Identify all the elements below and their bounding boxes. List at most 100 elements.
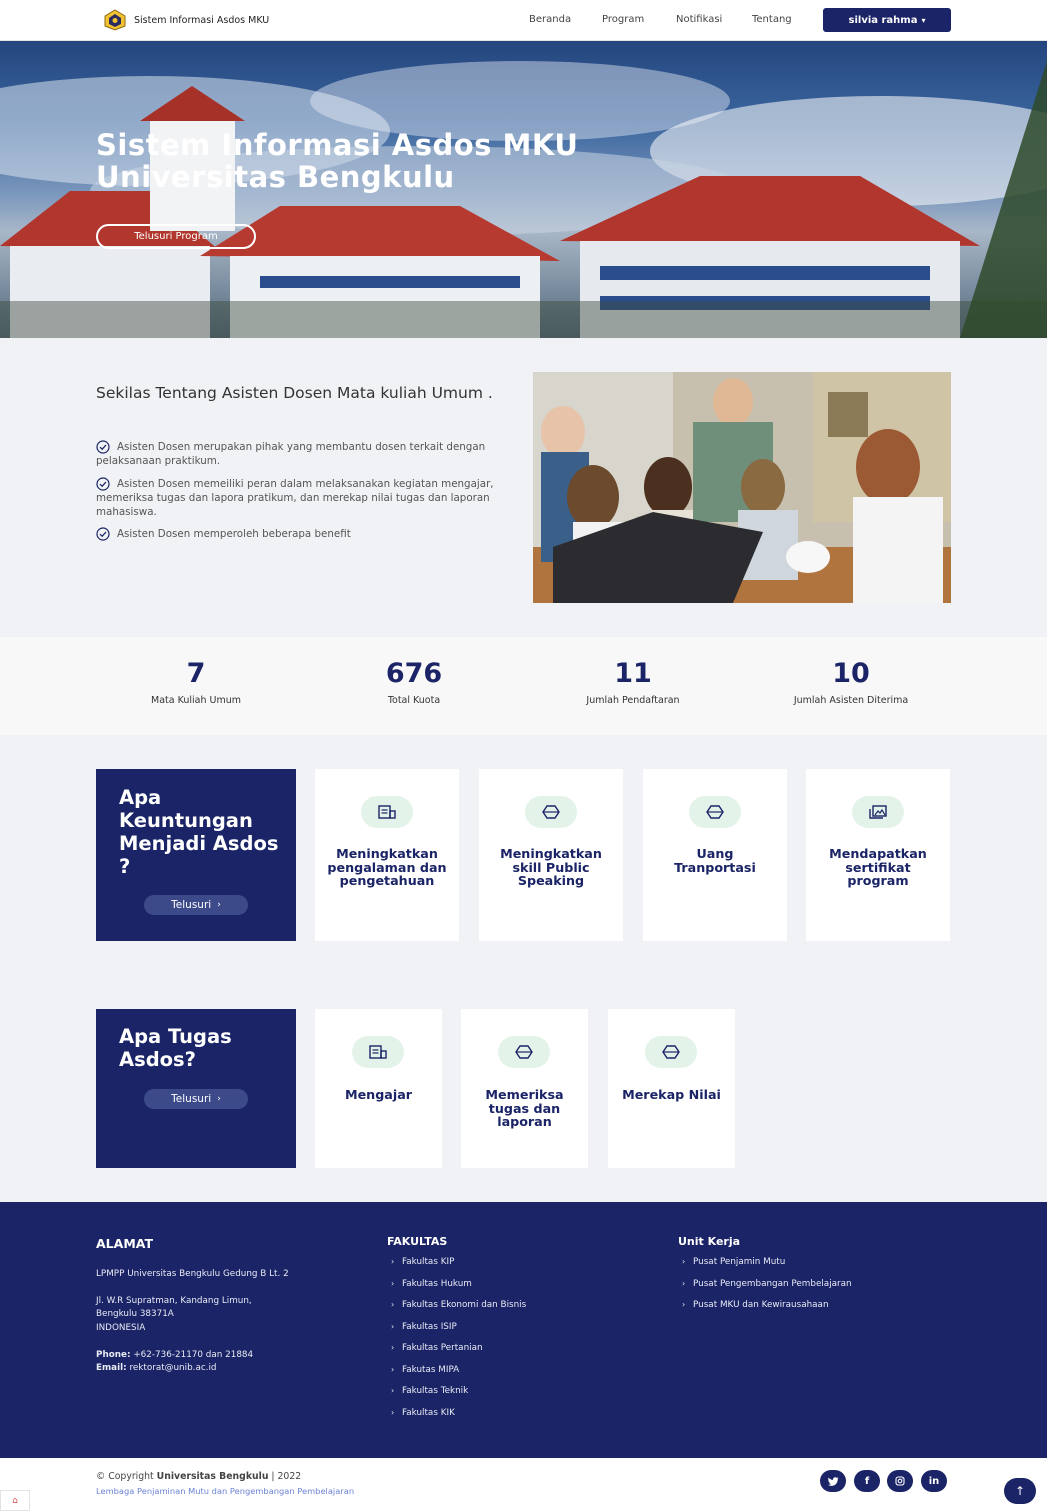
- footer-link[interactable]: › Fakultas KIK: [391, 1408, 526, 1430]
- hero-title-line-2: Universitas Bengkulu: [96, 160, 455, 194]
- footer-link[interactable]: › Fakultas ISIP: [391, 1322, 526, 1344]
- benefit-text: Meningkatkan pengalaman dan pengetahuan: [327, 846, 447, 889]
- lpmpp-link[interactable]: Lembaga Penjaminan Mutu dan Pengembangan…: [96, 1486, 354, 1496]
- receipt-icon: [352, 1036, 404, 1068]
- caret-down-icon: ▾: [921, 15, 926, 25]
- stat-total-kuota: 676 Total Kuota: [314, 659, 514, 707]
- about-point: Asisten Dosen memperoleh beberapa benefi…: [96, 527, 496, 542]
- hero-banner: Sistem Informasi Asdos MKU Universitas B…: [0, 41, 1047, 338]
- cube-icon: [498, 1036, 550, 1068]
- task-text: Merekap Nilai: [622, 1087, 721, 1102]
- user-name: silvia rahma: [848, 14, 918, 26]
- chevron-right-icon: ›: [391, 1343, 395, 1352]
- receipt-icon: [361, 796, 413, 828]
- tasks-explore-button[interactable]: Telusuri ›: [144, 1089, 248, 1109]
- nav-tentang[interactable]: Tentang: [752, 14, 792, 25]
- nav-beranda[interactable]: Beranda: [529, 14, 571, 25]
- about-point-text: Asisten Dosen memperoleh beberapa benefi…: [117, 528, 351, 541]
- footer-link[interactable]: › Pusat Penjamin Mutu: [682, 1257, 852, 1279]
- chevron-right-icon: ›: [391, 1386, 395, 1395]
- footer-link-label: Fakultas Ekonomi dan Bisnis: [402, 1300, 527, 1310]
- footer-address-line: Jl. W.R Supratman, Kandang Limun,: [96, 1296, 252, 1306]
- check-circle-icon: [96, 527, 110, 542]
- footer-alamat-title: ALAMAT: [96, 1236, 153, 1251]
- benefit-card: Meningkatkan skill Public Speaking: [479, 769, 623, 941]
- footer-link-label: Pusat Penjamin Mutu: [693, 1257, 786, 1267]
- copyright-prefix: © Copyright: [96, 1471, 154, 1482]
- chevron-right-icon: ›: [391, 1407, 395, 1417]
- task-card: Memeriksa tugas dan laporan: [461, 1009, 588, 1168]
- chevron-right-icon: ›: [217, 900, 221, 910]
- footer-fakultas-list: › Fakultas KIP › Fakultas Hukum › Fakultas …: [391, 1257, 526, 1429]
- stat-mata-kuliah: 7 Mata Kuliah Umum: [96, 658, 296, 707]
- check-circle-icon: [96, 440, 110, 454]
- explore-program-button[interactable]: Telusuri Program: [96, 224, 256, 249]
- stat-pendaftaran: 11 Jumlah Pendaftaran: [533, 659, 733, 707]
- copyright-year: | 2022: [271, 1471, 302, 1482]
- footer-link-label: Fakultas Hukum: [402, 1278, 472, 1289]
- footer-email: Email: rektorat@unib.ac.id: [96, 1362, 217, 1376]
- hero-title-line-1: Sistem Informasi Asdos MKU: [96, 128, 579, 162]
- stat-value: 7: [186, 658, 206, 689]
- stat-asisten-diterima: 10 Jumlah Asisten Diterima: [751, 658, 951, 707]
- about-point: Asisten Dosen memeiliki peran dalam mela…: [96, 476, 496, 520]
- chevron-right-icon: ›: [391, 1364, 395, 1374]
- button-label: Telusuri: [171, 1093, 212, 1105]
- benefits-title: Apa Keuntungan Menjadi Asdos ?: [119, 786, 279, 878]
- stat-label: Jumlah Pendaftaran: [586, 695, 680, 706]
- footer-address-line: INDONESIA: [96, 1323, 146, 1333]
- back-to-top-button[interactable]: ↑: [1004, 1478, 1036, 1504]
- chevron-right-icon: ›: [391, 1278, 395, 1288]
- top-navbar: Sistem Informasi Asdos MKU Beranda Progr…: [0, 0, 1047, 41]
- chevron-right-icon: ›: [682, 1278, 686, 1288]
- twitter-icon[interactable]: [820, 1470, 846, 1492]
- bottom-bar: © Copyright Universitas Bengkulu | 2022 …: [0, 1458, 1047, 1511]
- stat-value: 10: [832, 658, 870, 689]
- chevron-right-icon: ›: [391, 1300, 395, 1309]
- linkedin-icon[interactable]: in: [921, 1470, 947, 1492]
- footer-link-label: Fakultas ISIP: [402, 1321, 457, 1332]
- debug-toolbar-icon[interactable]: ⌂: [0, 1490, 30, 1511]
- chevron-right-icon: ›: [391, 1257, 395, 1266]
- benefit-card: Uang Tranportasi: [643, 769, 787, 941]
- hero-title: Sistem Informasi Asdos MKU Universitas B…: [96, 129, 578, 193]
- facebook-icon[interactable]: f: [854, 1470, 880, 1492]
- nav-notifikasi[interactable]: Notifikasi: [676, 14, 722, 25]
- nav-program[interactable]: Program: [602, 14, 644, 25]
- university-logo-icon: [104, 9, 126, 31]
- button-label: Telusuri: [171, 899, 212, 911]
- arrow-up-icon: ↑: [1014, 1484, 1026, 1498]
- chevron-right-icon: ›: [682, 1257, 686, 1266]
- benefit-text: Mendapatkan sertifikat program: [829, 846, 927, 889]
- benefits-explore-button[interactable]: Telusuri ›: [144, 895, 248, 915]
- phone-value: +62-736-21170 dan 21884: [133, 1350, 254, 1360]
- footer-link[interactable]: › Pusat MKU dan Kewirausahaan: [682, 1300, 852, 1322]
- benefit-card: Mendapatkan sertifikat program: [806, 769, 950, 941]
- user-menu-button[interactable]: silvia rahma ▾: [823, 8, 951, 32]
- footer-link-label: Fakultas Teknik: [402, 1386, 469, 1396]
- students-group-photo: [533, 372, 951, 603]
- instagram-icon[interactable]: [887, 1470, 913, 1492]
- stats-section: 7 Mata Kuliah Umum 676 Total Kuota 11 Ju…: [0, 637, 1047, 735]
- footer-link[interactable]: › Fakultas Ekonomi dan Bisnis: [391, 1300, 526, 1322]
- footer-link[interactable]: › Fakultas Hukum: [391, 1279, 526, 1301]
- phone-label: Phone:: [96, 1350, 131, 1360]
- cube-icon: [645, 1036, 697, 1068]
- footer-link[interactable]: › Fakutas MIPA: [391, 1365, 526, 1387]
- brand[interactable]: Sistem Informasi Asdos MKU: [103, 8, 269, 32]
- footer-link-label: Fakultas KIP: [402, 1257, 455, 1267]
- tasks-title: Apa Tugas Asdos?: [119, 1025, 232, 1071]
- images-icon: [852, 796, 904, 828]
- task-text: Memeriksa tugas dan laporan: [485, 1087, 564, 1130]
- footer-link[interactable]: › Fakultas Teknik: [391, 1386, 526, 1408]
- footer-link[interactable]: › Fakultas KIP: [391, 1257, 526, 1279]
- task-text: Mengajar: [344, 1087, 413, 1102]
- footer-link[interactable]: › Pusat Pengembangan Pembelajaran: [682, 1279, 852, 1301]
- task-card: Merekap Nilai: [608, 1009, 735, 1168]
- footer-link[interactable]: › Fakultas Pertanian: [391, 1343, 526, 1365]
- email-label: Email:: [96, 1363, 127, 1373]
- email-value[interactable]: rektorat@unib.ac.id: [129, 1363, 216, 1373]
- benefit-text: Uang Tranportasi: [674, 846, 756, 875]
- footer-address-line: LPMPP Universitas Bengkulu Gedung B Lt. …: [96, 1269, 289, 1279]
- brand-name: Sistem Informasi Asdos MKU: [134, 14, 270, 26]
